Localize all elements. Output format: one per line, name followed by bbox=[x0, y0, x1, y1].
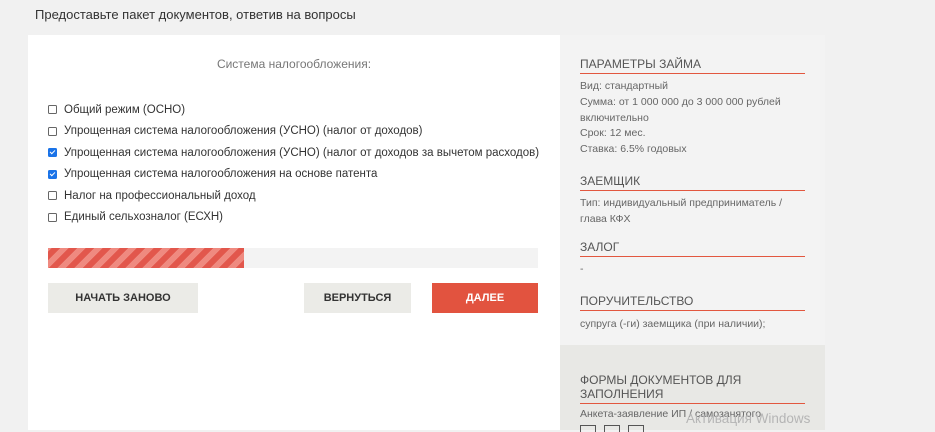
checkbox-npd[interactable] bbox=[48, 191, 57, 201]
checkbox-patent[interactable] bbox=[48, 169, 57, 179]
collateral-value: - bbox=[580, 263, 584, 275]
progress-fill bbox=[48, 248, 244, 268]
questionnaire-card: Система налогообложения: Общий режим (ОС… bbox=[28, 35, 560, 430]
borrower-type: Тип: индивидуальный предприниматель / гл… bbox=[580, 197, 783, 225]
back-button[interactable]: ВЕРНУТЬСЯ bbox=[304, 283, 411, 313]
loan-params-heading: ПАРАМЕТРЫ ЗАЙМА bbox=[580, 57, 805, 74]
document-icons bbox=[580, 425, 644, 432]
loan-rate: Ставка: 6.5% годовых bbox=[580, 143, 687, 155]
section-title: Система налогообложения: bbox=[216, 57, 372, 71]
collateral-heading: ЗАЛОГ bbox=[580, 240, 805, 257]
option-usno-income[interactable]: Упрощенная система налогообложения (УСНО… bbox=[48, 121, 539, 143]
loan-term: Срок: 12 мес. bbox=[580, 127, 646, 139]
loan-summary-panel: ПАРАМЕТРЫ ЗАЙМА Вид: стандартный Сумма: … bbox=[560, 35, 825, 345]
forms-heading: ФОРМЫ ДОКУМЕНТОВ ДЛЯ ЗАПОЛНЕНИЯ bbox=[580, 373, 805, 404]
page-title: Предоставьте пакет документов, ответив н… bbox=[35, 7, 356, 22]
option-osno[interactable]: Общий режим (ОСНО) bbox=[48, 99, 539, 121]
guarantee-value: супруга (-ги) заемщика (при наличии); bbox=[580, 318, 766, 330]
tax-options-list: Общий режим (ОСНО) Упрощенная система на… bbox=[48, 99, 539, 228]
option-eshn[interactable]: Единый сельхозналог (ЕСХН) bbox=[48, 207, 539, 229]
option-label: Упрощенная система налогообложения (УСНО… bbox=[64, 146, 540, 159]
restart-button[interactable]: НАЧАТЬ ЗАНОВО bbox=[48, 283, 198, 313]
document-icon[interactable] bbox=[628, 425, 644, 432]
document-icon[interactable] bbox=[580, 425, 596, 432]
loan-amount: Сумма: от 1 000 000 до 3 000 000 рублей … bbox=[580, 96, 781, 124]
document-icon[interactable] bbox=[604, 425, 620, 432]
option-label: Упрощенная система налогообложения на ос… bbox=[64, 168, 378, 181]
option-label: Упрощенная система налогообложения (УСНО… bbox=[64, 125, 423, 138]
option-npd[interactable]: Налог на профессиональный доход bbox=[48, 185, 539, 207]
windows-activation-watermark: Активация Windows bbox=[686, 411, 811, 426]
loan-type: Вид: стандартный bbox=[580, 80, 669, 92]
option-label: Общий режим (ОСНО) bbox=[64, 103, 186, 116]
checkbox-eshn[interactable] bbox=[48, 212, 57, 222]
guarantee-heading: ПОРУЧИТЕЛЬСТВО bbox=[580, 294, 805, 311]
option-label: Единый сельхозналог (ЕСХН) bbox=[64, 211, 224, 224]
checkbox-usno-income[interactable] bbox=[48, 126, 57, 136]
option-usno-income-minus-expenses[interactable]: Упрощенная система налогообложения (УСНО… bbox=[48, 142, 539, 164]
checkbox-usno-income-minus-expenses[interactable] bbox=[48, 148, 57, 158]
progress-bar bbox=[48, 248, 538, 268]
borrower-heading: ЗАЕМЩИК bbox=[580, 174, 805, 191]
next-button[interactable]: ДАЛЕЕ bbox=[432, 283, 538, 313]
option-label: Налог на профессиональный доход bbox=[64, 189, 256, 202]
checkbox-osno[interactable] bbox=[48, 105, 57, 115]
option-patent[interactable]: Упрощенная система налогообложения на ос… bbox=[48, 164, 539, 186]
